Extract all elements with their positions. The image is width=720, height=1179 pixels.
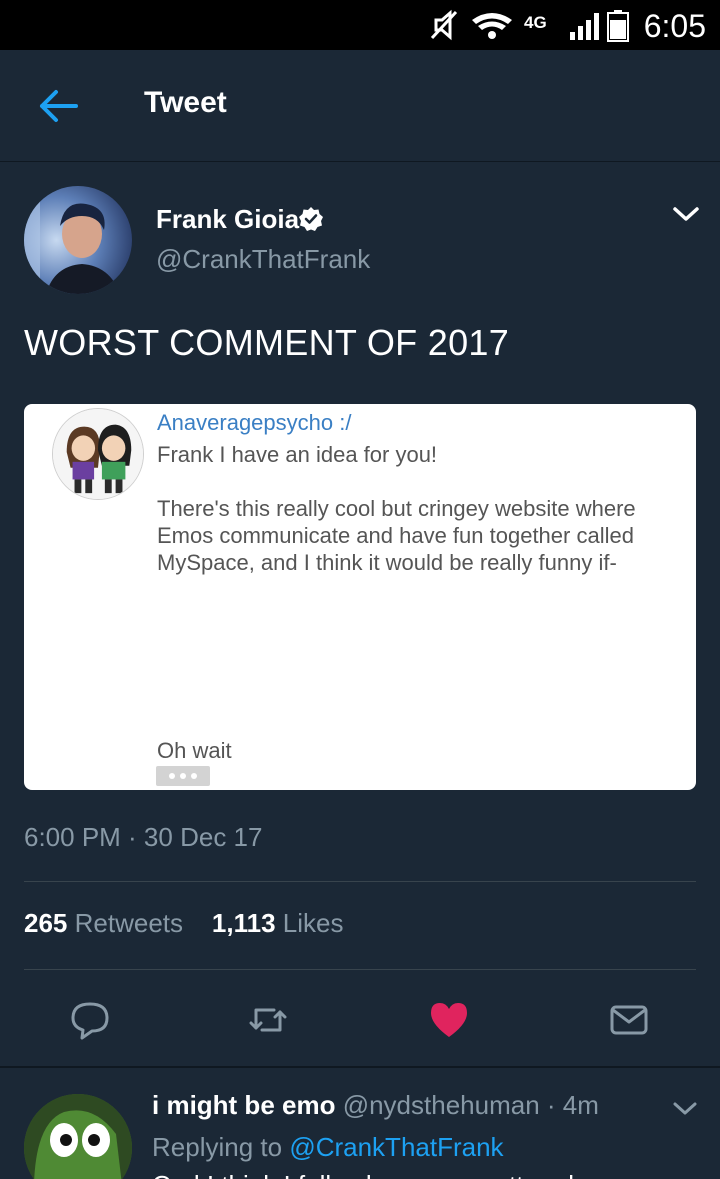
comment-line: MySpace, and I think it would be really …	[157, 550, 617, 575]
author-avatar[interactable]	[24, 186, 132, 294]
reply-time: · 4m	[546, 1090, 599, 1120]
verified-badge-icon	[299, 207, 323, 231]
reply-header: i might be emo @nydsthehuman · 4m	[152, 1090, 599, 1121]
page-title: Tweet	[144, 86, 227, 119]
tweet-text: WORST COMMENT OF 2017	[24, 322, 510, 363]
section-separator	[0, 1066, 720, 1068]
app-bar: Tweet	[0, 50, 720, 162]
speech-bubble-icon[interactable]	[70, 1000, 110, 1040]
battery-icon	[607, 10, 629, 42]
likes-stat[interactable]: 1,113 Likes	[212, 908, 344, 938]
likes-count: 1,113	[211, 908, 276, 938]
tweet-timestamp: 6:00 PM · 30 Dec 17	[24, 822, 263, 852]
comment-line: Emos communicate and have fun together c…	[157, 523, 634, 548]
tweet-stats: 265 Retweets 1,113 Likes	[24, 908, 344, 939]
network-type-icon: 4G	[524, 13, 547, 32]
author-name[interactable]: Frank Gioia	[156, 204, 299, 235]
reply-author-handle[interactable]: @nydsthehuman	[343, 1090, 540, 1120]
retweet-icon[interactable]	[248, 1000, 288, 1040]
wifi-icon	[472, 13, 512, 39]
replying-to: Replying to @CrankThatFrank	[152, 1132, 504, 1163]
reply-avatar[interactable]	[24, 1094, 132, 1179]
chevron-down-icon[interactable]	[672, 1100, 698, 1118]
divider	[24, 881, 696, 882]
chevron-down-icon[interactable]	[672, 204, 700, 224]
replying-to-link[interactable]: @CrankThatFrank	[289, 1132, 503, 1162]
replying-prefix: Replying to	[152, 1132, 283, 1162]
reply-author-name[interactable]: i might be emo	[152, 1090, 335, 1120]
commenter-avatar	[52, 408, 144, 500]
commenter-username: Anaveragepsycho :/	[157, 410, 352, 435]
arrow-left-icon[interactable]	[36, 86, 78, 126]
comment-line: There's this really cool but cringey web…	[157, 496, 636, 521]
status-time: 6:05	[643, 8, 706, 44]
mute-icon	[430, 9, 458, 41]
heart-icon[interactable]	[429, 1000, 469, 1040]
signal-icon	[570, 13, 599, 40]
status-bar: 4G 6:05	[0, 0, 720, 50]
tweet-media[interactable]: Anaveragepsycho :/ Frank I have an idea …	[24, 404, 696, 790]
author-handle[interactable]: @CrankThatFrank	[156, 244, 370, 275]
reply-text: Oml I think I fell asleep on a pattern l	[152, 1170, 574, 1179]
divider	[24, 969, 696, 970]
comment-line: Oh wait	[157, 738, 232, 763]
retweets-label: Retweets	[74, 908, 184, 938]
comment-line: Frank I have an idea for you!	[157, 442, 438, 467]
envelope-icon[interactable]	[609, 1000, 649, 1040]
retweets-count: 265	[24, 908, 68, 938]
status-icons: 4G	[430, 9, 629, 42]
retweets-stat[interactable]: 265 Retweets	[24, 908, 183, 938]
likes-label: Likes	[282, 908, 344, 938]
more-dots-icon	[156, 766, 210, 786]
